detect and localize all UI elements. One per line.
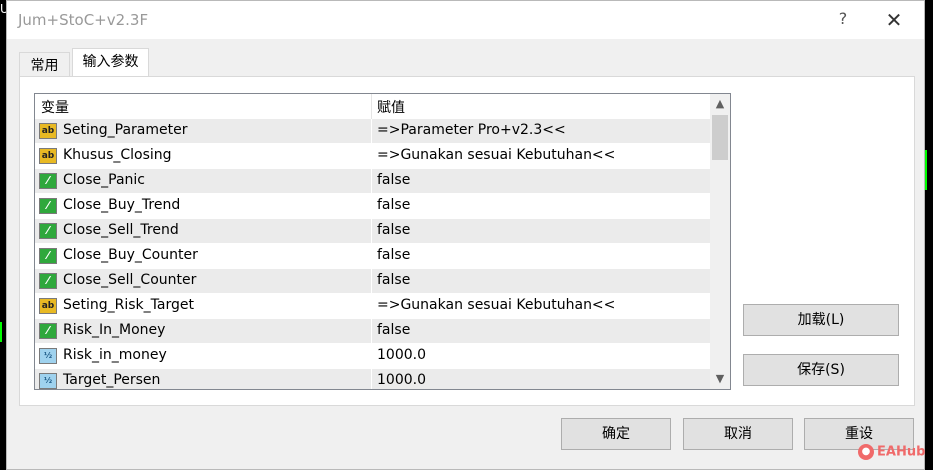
string-type-icon: ab <box>39 298 57 314</box>
boolean-type-icon: ⁄ <box>39 323 57 339</box>
column-divider <box>371 244 372 269</box>
parameter-name: Close_Panic <box>63 172 145 188</box>
column-divider <box>371 169 372 194</box>
column-divider <box>371 269 372 294</box>
column-divider <box>371 319 372 344</box>
string-type-icon: ab <box>39 148 57 164</box>
watermark-logo-icon: ● <box>858 444 874 460</box>
column-divider <box>371 144 372 169</box>
parameter-name: Risk_In_Money <box>63 322 166 338</box>
title-bar: Jum+StoC+v2.3F ? ✕ <box>7 1 924 39</box>
column-divider <box>371 344 372 369</box>
cancel-button[interactable]: 取消 <box>683 418 793 450</box>
parameter-name: Seting_Parameter <box>63 122 188 138</box>
background-chart-line <box>925 150 927 190</box>
table-row[interactable]: ab Seting_Parameter =>Parameter Pro+v2.3<< <box>35 119 710 144</box>
tab-common[interactable]: 常用 <box>19 52 70 76</box>
column-divider <box>371 369 372 389</box>
table-header: 变量 赋值 <box>35 94 710 120</box>
parameter-name: Target_Persen <box>63 372 161 388</box>
table-row[interactable]: ⁄ Close_Panic false <box>35 169 710 194</box>
save-button[interactable]: 保存(S) <box>743 354 899 386</box>
string-type-icon: ab <box>39 123 57 139</box>
ok-button[interactable]: 确定 <box>561 418 671 450</box>
load-button[interactable]: 加载(L) <box>743 304 899 336</box>
parameter-value[interactable]: 1000.0 <box>377 372 426 388</box>
boolean-type-icon: ⁄ <box>39 173 57 189</box>
table-row[interactable]: ⁄ Close_Sell_Counter false <box>35 269 710 294</box>
parameter-value[interactable]: =>Gunakan sesuai Kebutuhan<< <box>377 147 615 163</box>
parameter-name: Seting_Risk_Target <box>63 297 194 313</box>
parameter-name: Risk_in_money <box>63 347 167 363</box>
table-row[interactable]: ½ Target_Persen 1000.0 <box>35 369 710 389</box>
table-row[interactable]: ½ Risk_in_money 1000.0 <box>35 344 710 369</box>
parameter-name: Close_Sell_Trend <box>63 222 179 238</box>
tab-input-parameters[interactable]: 输入参数 <box>72 48 149 76</box>
parameter-value[interactable]: false <box>377 272 410 288</box>
number-type-icon: ½ <box>39 348 57 364</box>
parameter-name: Close_Buy_Counter <box>63 247 198 263</box>
help-button[interactable]: ? <box>833 9 853 31</box>
boolean-type-icon: ⁄ <box>39 198 57 214</box>
column-divider <box>371 119 372 144</box>
vertical-scrollbar[interactable]: ▲ ▼ <box>710 94 730 389</box>
table-row[interactable]: ab Seting_Risk_Target =>Gunakan sesuai Keb… <box>35 294 710 319</box>
parameter-value[interactable]: false <box>377 197 410 213</box>
boolean-type-icon: ⁄ <box>39 273 57 289</box>
watermark-text: EAHub <box>877 444 926 460</box>
table-row[interactable]: ⁄ Close_Buy_Trend false <box>35 194 710 219</box>
parameter-value[interactable]: false <box>377 247 410 263</box>
table-row[interactable]: ab Khusus_Closing =>Gunakan sesuai Kebutuh… <box>35 144 710 169</box>
parameter-value[interactable]: =>Gunakan sesuai Kebutuhan<< <box>377 297 615 313</box>
column-divider <box>371 194 372 219</box>
scroll-down-icon[interactable]: ▼ <box>710 369 730 389</box>
parameter-value[interactable]: false <box>377 222 410 238</box>
table-row[interactable]: ⁄ Close_Buy_Counter false <box>35 244 710 269</box>
scroll-thumb[interactable] <box>712 115 728 160</box>
close-button[interactable]: ✕ <box>881 8 907 32</box>
parameter-name: Close_Sell_Counter <box>63 272 197 288</box>
window-title: Jum+StoC+v2.3F <box>18 11 149 29</box>
parameter-value[interactable]: false <box>377 172 410 188</box>
boolean-type-icon: ⁄ <box>39 223 57 239</box>
table-body: ab Seting_Parameter =>Parameter Pro+v2.3<<… <box>35 119 710 389</box>
column-header-variable[interactable]: 变量 <box>41 97 69 117</box>
boolean-type-icon: ⁄ <box>39 248 57 264</box>
parameter-value[interactable]: 1000.0 <box>377 347 426 363</box>
parameter-value[interactable]: =>Parameter Pro+v2.3<< <box>377 122 566 138</box>
parameters-table: 变量 赋值 ab Seting_Parameter =>Parameter Pro+… <box>34 93 731 390</box>
scroll-up-icon[interactable]: ▲ <box>710 94 730 114</box>
watermark: ● EAHub <box>858 444 925 460</box>
table-row[interactable]: ⁄ Risk_In_Money false <box>35 319 710 344</box>
parameter-name: Close_Buy_Trend <box>63 197 181 213</box>
parameter-value[interactable]: false <box>377 322 410 338</box>
table-row[interactable]: ⁄ Close_Sell_Trend false <box>35 219 710 244</box>
column-divider <box>371 94 372 119</box>
parameter-name: Khusus_Closing <box>63 147 172 163</box>
column-header-value[interactable]: 赋值 <box>377 97 405 117</box>
column-divider <box>371 294 372 319</box>
properties-dialog: Jum+StoC+v2.3F ? ✕ 常用 输入参数 变量 赋值 ab Setin… <box>6 0 925 470</box>
number-type-icon: ½ <box>39 373 57 389</box>
column-divider <box>371 219 372 244</box>
